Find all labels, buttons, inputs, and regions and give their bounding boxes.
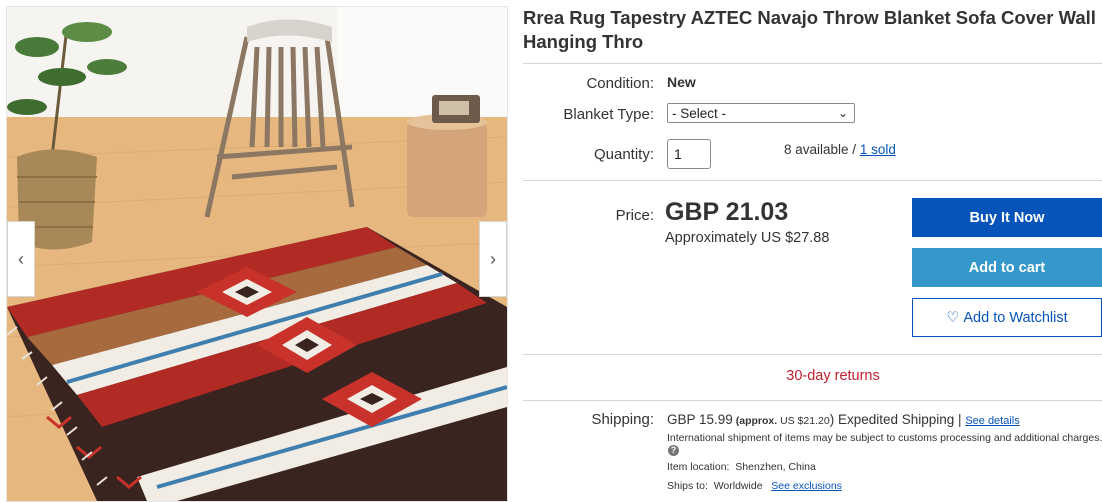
ships-to-label: Ships to: [667, 480, 708, 492]
blanket-type-selected: - Select - [672, 105, 727, 121]
condition-label: Condition: [586, 75, 654, 92]
gallery-next-button[interactable]: › [479, 221, 507, 297]
approx-price: Approximately US $27.88 [665, 230, 829, 246]
item-location: Item location: Shenzhen, China [667, 461, 816, 473]
help-icon[interactable]: ? [668, 445, 679, 456]
availability: 8 available / 1 sold [784, 142, 896, 157]
buy-it-now-button[interactable]: Buy It Now [912, 198, 1102, 237]
divider [523, 400, 1102, 401]
shipping-approx: (approx. US $21.20 [733, 415, 830, 427]
blanket-type-label: Blanket Type: [563, 106, 654, 123]
sold-count-link[interactable]: 1 sold [860, 142, 896, 157]
item-location-value: Shenzhen, China [735, 461, 816, 473]
product-photo [7, 7, 507, 501]
approx-close: ) [829, 412, 838, 427]
see-exclusions-link[interactable]: See exclusions [771, 480, 842, 492]
shipping-divider: | [954, 412, 966, 427]
shipping-cost: GBP 15.99 [667, 412, 733, 427]
approx-prefix: Approximately [665, 230, 761, 246]
chevron-right-icon: › [490, 248, 496, 269]
ships-to-value: Worldwide [713, 480, 763, 492]
watchlist-label: Add to Watchlist [963, 309, 1068, 326]
approx-open: (approx. [732, 415, 781, 427]
quantity-input[interactable] [667, 139, 711, 169]
price-label: Price: [615, 207, 654, 224]
divider [523, 180, 1102, 181]
returns-policy: 30-day returns [786, 368, 880, 384]
chevron-down-icon: ⌄ [837, 106, 848, 120]
divider [523, 354, 1102, 355]
ships-to: Ships to: Worldwide See exclusions [667, 480, 842, 492]
blanket-type-select[interactable]: - Select - ⌄ [667, 103, 855, 123]
availability-separator: / [848, 142, 860, 157]
approx-value: US $27.88 [760, 230, 830, 246]
shipping-service: Expedited Shipping [837, 412, 955, 427]
price-value: GBP 21.03 [665, 198, 789, 226]
shipping-approx-value: US $21.20 [780, 415, 830, 427]
item-location-label: Item location: [667, 461, 730, 473]
product-image-gallery[interactable]: ‹ › [6, 6, 508, 502]
quantity-label: Quantity: [593, 146, 654, 163]
chevron-left-icon: ‹ [18, 248, 24, 269]
add-to-watchlist-button[interactable]: ♡ Add to Watchlist [912, 298, 1102, 337]
shipping-summary: GBP 15.99 (approx. US $21.20) Expedited … [667, 412, 1020, 427]
add-to-cart-button[interactable]: Add to cart [912, 248, 1102, 287]
divider [523, 63, 1102, 64]
international-note: International shipment of items may be s… [667, 432, 1102, 444]
see-details-link[interactable]: See details [965, 415, 1019, 427]
available-count: 8 available [784, 142, 849, 157]
heart-icon: ♡ [946, 309, 960, 326]
listing-title: Rrea Rug Tapestry AZTEC Navajo Throw Bla… [523, 7, 1096, 52]
shipping-label: Shipping: [591, 411, 654, 428]
condition-value: New [667, 74, 696, 90]
gallery-prev-button[interactable]: ‹ [7, 221, 35, 297]
